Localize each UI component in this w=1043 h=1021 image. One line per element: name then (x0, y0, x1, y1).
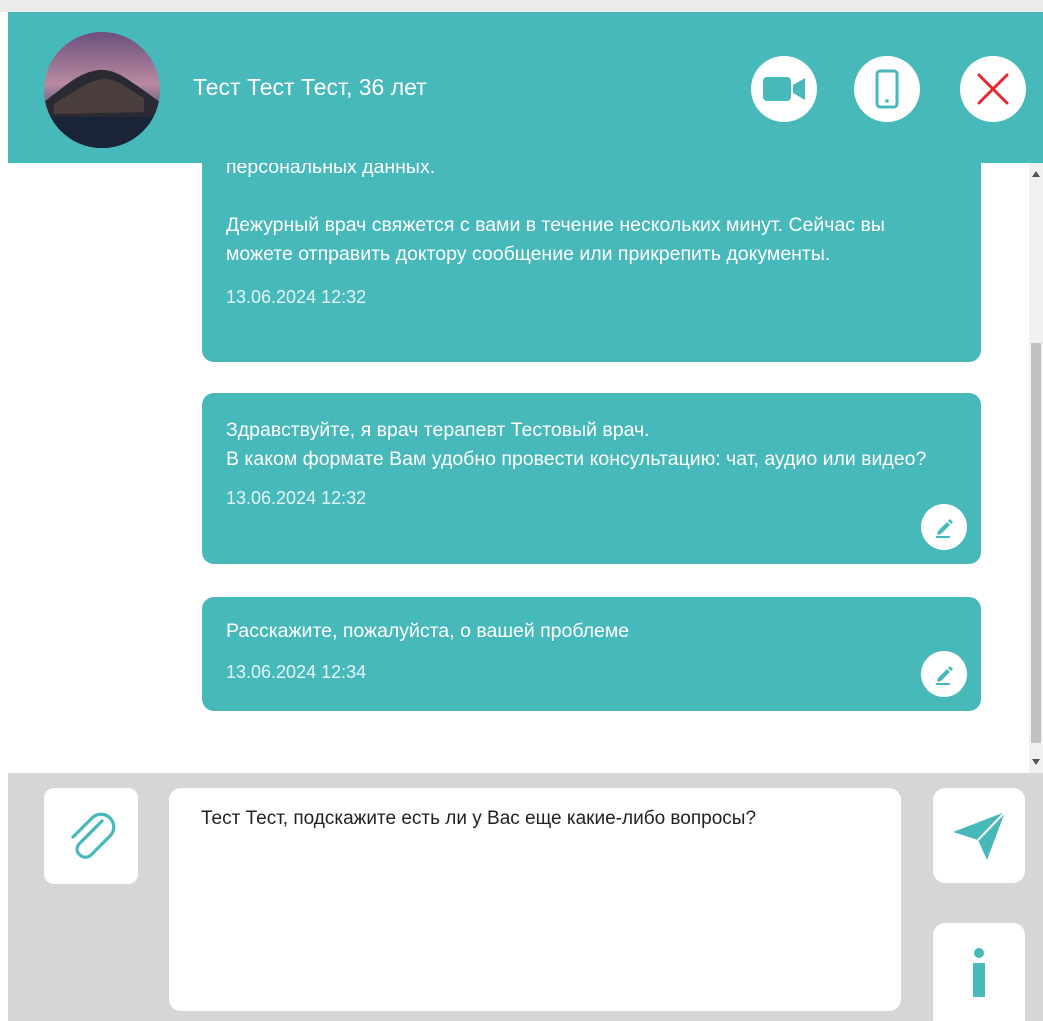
message-bubble: Расскажите, пожалуйста, о вашей проблеме… (202, 597, 981, 711)
message-bubble: Здравствуйте, я врач терапевт Тестовый в… (202, 393, 981, 564)
message-text: Здравствуйте, я врач терапевт Тестовый в… (226, 419, 927, 470)
info-icon (973, 948, 985, 997)
pencil-icon (936, 519, 953, 538)
attach-file-button[interactable] (44, 788, 138, 884)
avatar (44, 32, 160, 148)
message-composer: Тест Тест, подскажите есть ли у Вас еще … (8, 773, 1043, 1021)
pencil-icon (936, 666, 953, 685)
message-input[interactable]: Тест Тест, подскажите есть ли у Вас еще … (169, 788, 901, 1011)
message-text: персональных данных. (226, 163, 436, 178)
phone-icon (875, 69, 899, 109)
paperclip-icon (71, 812, 116, 859)
scroll-up-icon[interactable] (1032, 171, 1040, 177)
top-gap (0, 0, 1043, 12)
message-time: 13.06.2024 12:34 (226, 662, 367, 682)
message-time: 13.06.2024 12:32 (226, 488, 367, 508)
message-bubble: персональных данных. Дежурный врач свяже… (202, 163, 981, 362)
info-button[interactable] (933, 923, 1025, 1021)
send-icon (953, 810, 1006, 860)
scroll-down-icon[interactable] (1032, 759, 1040, 765)
scroll-thumb[interactable] (1031, 343, 1041, 743)
scrollbar[interactable] (1029, 163, 1043, 773)
send-button[interactable] (933, 788, 1025, 883)
chat-header: Тест Тест Тест, 36 лет (8, 12, 1043, 163)
video-call-button[interactable] (751, 56, 817, 122)
close-button[interactable] (960, 56, 1026, 122)
message-text: Расскажите, пожалуйста, о вашей проблеме (226, 620, 630, 642)
video-camera-icon (763, 77, 805, 101)
close-icon (977, 73, 1009, 105)
chat-messages[interactable]: персональных данных. Дежурный врач свяже… (8, 163, 1043, 773)
edit-message-button[interactable] (921, 504, 967, 550)
message-text: Дежурный врач свяжется с вами в течение … (226, 214, 885, 265)
edit-message-button[interactable] (921, 651, 967, 697)
patient-name: Тест Тест Тест, 36 лет (193, 74, 427, 100)
audio-call-button[interactable] (854, 56, 920, 122)
message-time: 13.06.2024 12:32 (226, 287, 367, 307)
